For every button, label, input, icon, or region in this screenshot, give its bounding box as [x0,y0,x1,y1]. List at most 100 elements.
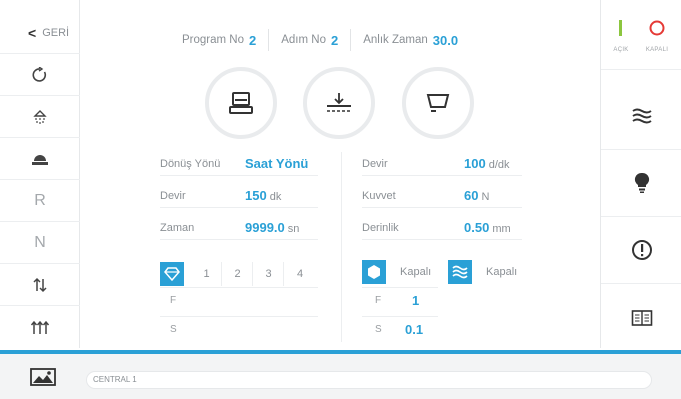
speed-label: Devir [160,189,186,202]
diamond-tool-button[interactable] [160,262,184,286]
tray-mode-button[interactable] [402,67,474,139]
waves-icon [631,108,652,124]
power-off-label: KAPALI [645,47,669,53]
rotate-button[interactable] [0,54,80,96]
tool-s-label: S [170,324,177,335]
force-unit: N [481,191,490,203]
time-param-label: Zaman [160,221,195,234]
left-sidebar: < GERİ R N [0,0,80,348]
power-off-button[interactable]: KAPALI [639,20,675,53]
time-row[interactable]: Zaman 9999.0 sn [160,216,318,240]
diamond-icon [164,267,180,281]
bulb-icon [634,172,649,193]
tool-slot[interactable]: 3 [254,262,284,286]
depth-row[interactable]: Derinlik 0.50 mm [362,216,522,240]
speed-unit: dk [269,191,282,203]
step-label: Adım No [281,34,326,46]
power-off-icon [649,20,665,36]
direction-label: Dönüş Yönü [160,157,221,170]
bottom-bar: CENTRAL 1 [0,354,681,399]
alert-icon [631,240,652,260]
water-toggle-button[interactable] [448,260,472,284]
column-divider [341,152,342,342]
pump-s-label: S [375,324,382,335]
platform-button[interactable] [0,138,80,180]
r-button[interactable]: R [0,180,80,222]
back-label: GERİ [42,26,70,39]
speed-row[interactable]: Devir 150 dk [160,184,318,208]
power-switch: AÇIK KAPALI [601,12,681,70]
tool-slot[interactable]: 1 [192,262,222,286]
tool-slot[interactable]: 2 [223,262,253,286]
force-value: 60 [464,188,479,203]
water-flow-button[interactable] [601,83,681,150]
time-info: Anlık Zaman 30.0 [361,33,460,48]
pump-f-value[interactable]: 1 [412,293,419,308]
light-button[interactable] [601,150,681,217]
force-row[interactable]: Kuvvet 60 N [362,184,522,208]
divider [160,316,318,317]
divider [350,29,352,51]
direction-value: Saat Yönü [245,156,309,171]
power-on-icon [619,20,622,36]
divider [268,29,270,51]
water-state: Kapalı [486,266,518,278]
divider [362,287,438,288]
shower-icon [33,109,47,124]
tool-slot[interactable]: 4 [285,262,315,286]
force-label: Kuvvet [362,189,396,202]
right-speed-value: 100 [464,156,486,171]
gallery-button[interactable] [30,368,60,388]
manual-button[interactable] [601,284,681,351]
polisher-mode-button[interactable] [205,67,277,139]
right-speed-label: Devir [362,157,388,170]
right-sidebar: AÇIK KAPALI [600,0,681,348]
platform-icon [32,154,48,165]
program-info: Program No 2 [180,33,258,48]
divider [160,287,318,288]
right-speed-row[interactable]: Devir 100 d/dk [362,152,522,176]
shower-button[interactable] [0,96,80,138]
pump-s-value[interactable]: 0.1 [405,322,423,337]
hexagon-icon [368,265,380,279]
depth-unit: mm [492,223,511,235]
status-header: Program No 2 Adım No 2 Anlık Zaman 30.0 [180,29,460,51]
program-value: 2 [249,32,257,48]
triple-up-arrows-icon [30,320,50,334]
speed-value: 150 [245,188,267,203]
step-info: Adım No 2 [279,33,340,48]
power-on-label: AÇIK [613,47,629,53]
up-down-arrows-icon [33,277,47,292]
back-button[interactable]: < GERİ [0,12,80,54]
waves-icon [452,265,468,279]
triple-up-button[interactable] [0,306,80,348]
surface-level-icon [327,93,351,112]
manual-book-icon [631,309,652,326]
polisher-icon [229,92,253,114]
n-button[interactable]: N [0,222,80,264]
cover-toggle-button[interactable] [362,260,386,284]
chevron-left-icon: < [28,24,37,41]
time-value: 30.0 [432,32,459,48]
program-label: Program No [182,34,244,46]
cover-state: Kapalı [400,266,432,278]
divider [362,316,438,317]
rotate-icon [32,66,47,82]
time-label: Anlık Zaman [363,34,428,46]
depth-value: 0.50 [464,220,490,235]
time-param-unit: sn [287,223,300,235]
step-value: 2 [330,32,339,48]
up-down-button[interactable] [0,264,80,306]
status-message-field: CENTRAL 1 [86,371,652,389]
direction-row[interactable]: Dönüş Yönü Saat Yönü [160,152,318,176]
time-param-value: 9999.0 [245,220,285,235]
pump-f-label: F [375,295,382,306]
depth-label: Derinlik [362,221,399,234]
level-mode-button[interactable] [303,67,375,139]
alert-button[interactable] [601,217,681,284]
power-on-button[interactable]: AÇIK [603,20,639,53]
right-speed-unit: d/dk [488,159,510,171]
tool-f-label: F [170,295,177,306]
gallery-icon [30,368,56,386]
tray-icon [426,94,450,112]
